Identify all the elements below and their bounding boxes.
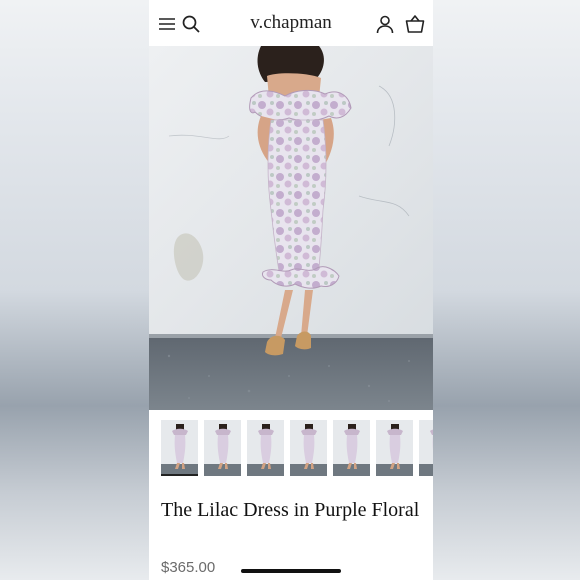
site-header: v.chapman [149, 0, 433, 46]
background-blur-left [0, 0, 149, 580]
product-price: $365.00 [161, 559, 216, 576]
gallery-thumbnail[interactable] [376, 420, 413, 476]
menu-icon[interactable] [157, 14, 177, 34]
brand-logo[interactable]: v.chapman [209, 12, 373, 34]
account-icon[interactable] [375, 14, 395, 34]
gallery-thumbnail[interactable] [419, 420, 433, 476]
home-indicator [241, 569, 341, 573]
product-hero-image[interactable] [149, 46, 433, 410]
product-page: v.chapman The Lilac Dress in Purple Flor… [149, 0, 433, 580]
search-icon[interactable] [181, 14, 201, 34]
background-blur-right [431, 0, 580, 580]
gallery-thumbnail[interactable] [290, 420, 327, 476]
cart-icon[interactable] [405, 14, 425, 34]
gallery-thumbnail[interactable] [161, 420, 198, 476]
gallery-thumbnail[interactable] [333, 420, 370, 476]
product-title: The Lilac Dress in Purple Floral [161, 499, 420, 521]
gallery-thumbnail[interactable] [204, 420, 241, 476]
thumbnail-strip [161, 420, 433, 478]
gallery-thumbnail[interactable] [247, 420, 284, 476]
